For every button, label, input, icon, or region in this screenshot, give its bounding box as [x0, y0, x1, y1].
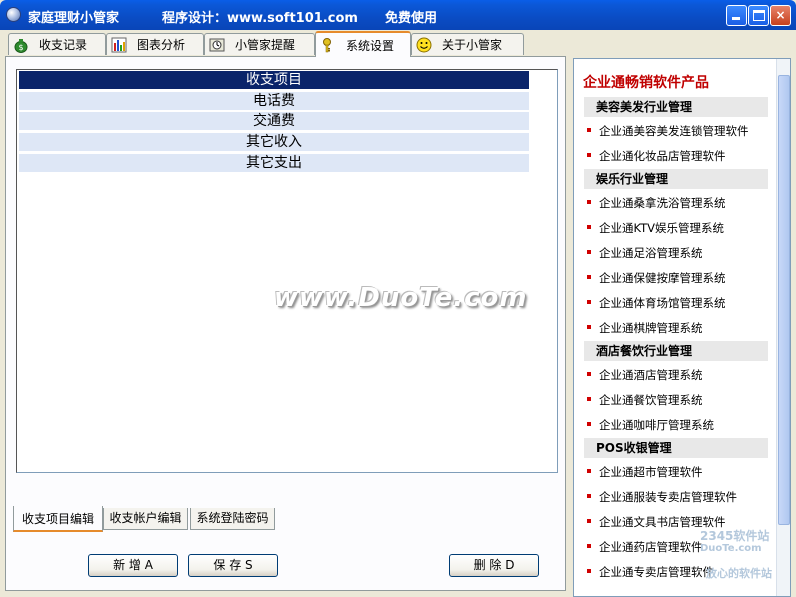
- promo-link[interactable]: 企业通棋牌管理系统: [587, 321, 703, 335]
- promo-link[interactable]: 企业通保健按摩管理系统: [587, 271, 726, 285]
- tab-system-settings[interactable]: 系统设置: [315, 31, 411, 57]
- delete-button[interactable]: 删 除 D: [449, 554, 539, 577]
- list-item[interactable]: 其它支出: [19, 154, 529, 172]
- app-icon: [6, 7, 21, 22]
- list-header[interactable]: 收支项目: [19, 71, 529, 89]
- promo-link[interactable]: 企业通药店管理软件: [587, 540, 703, 554]
- corner-watermark: 2345软件站 DuoTe.com 放心的软件站: [700, 527, 796, 597]
- list-item[interactable]: 交通费: [19, 112, 529, 130]
- minimize-icon: [732, 17, 740, 20]
- promo-panel: 企业通畅销软件产品 美容美发行业管理 企业通美容美发连锁管理软件 企业通化妆品店…: [573, 58, 791, 597]
- tab-reminder[interactable]: 小管家提醒: [204, 33, 315, 55]
- free-text: 免费使用: [385, 11, 438, 26]
- promo-link[interactable]: 企业通超市管理软件: [587, 465, 703, 479]
- list-item[interactable]: 电话费: [19, 92, 529, 110]
- promo-link[interactable]: 企业通体育场馆管理系统: [587, 296, 726, 310]
- corner-watermark-line: 放心的软件站: [706, 567, 772, 580]
- maximize-button[interactable]: [748, 5, 769, 26]
- btab-item-edit[interactable]: 收支项目编辑: [13, 506, 103, 532]
- main-panel: 收支项目 电话费 交通费 其它收入 其它支出 收支项目编辑 收支帐户编辑 系统登…: [5, 56, 566, 591]
- title-bar[interactable]: 家庭理财小管家 程序设计：www.soft101.com 免费使用 ×: [0, 0, 796, 30]
- scroll-thumb[interactable]: [778, 75, 790, 525]
- promo-link[interactable]: 企业通餐饮管理系统: [587, 393, 703, 407]
- btab-login-password[interactable]: 系统登陆密码: [190, 508, 275, 530]
- promo-link[interactable]: 企业通服装专卖店管理软件: [587, 490, 737, 504]
- promo-link[interactable]: 企业通桑拿洗浴管理系统: [587, 196, 726, 210]
- money-bag-icon: $: [13, 37, 29, 53]
- promo-link[interactable]: 企业通酒店管理系统: [587, 368, 703, 382]
- promo-category: 酒店餐饮行业管理: [584, 341, 768, 361]
- watermark-text: www.DuoTe.com: [274, 283, 528, 313]
- svg-text:$: $: [18, 43, 23, 52]
- minimize-button[interactable]: [726, 5, 747, 26]
- clock-icon: [209, 37, 225, 53]
- app-title: 家庭理财小管家: [28, 11, 120, 26]
- promo-link[interactable]: 企业通化妆品店管理软件: [587, 149, 726, 163]
- smiley-icon: [416, 37, 432, 53]
- promo-link[interactable]: 企业通足浴管理系统: [587, 246, 703, 260]
- promo-link[interactable]: 企业通美容美发连锁管理软件: [587, 124, 749, 138]
- close-icon: ×: [775, 8, 786, 22]
- promo-category: 美容美发行业管理: [584, 97, 768, 117]
- btab-account-edit[interactable]: 收支帐户编辑: [103, 508, 188, 530]
- add-button[interactable]: 新 增 A: [88, 554, 178, 577]
- list-item[interactable]: 其它收入: [19, 133, 529, 151]
- save-button[interactable]: 保 存 S: [188, 554, 278, 577]
- close-button[interactable]: ×: [770, 5, 791, 26]
- promo-category: POS收银管理: [584, 438, 768, 458]
- corner-watermark-line: 2345软件站: [700, 529, 770, 543]
- tab-about[interactable]: 关于小管家: [411, 33, 524, 55]
- designer-text: 程序设计：www.soft101.com: [162, 11, 358, 26]
- tab-chart-analysis[interactable]: 图表分析: [106, 33, 204, 55]
- promo-title: 企业通畅销软件产品: [583, 75, 709, 91]
- maximize-icon: [753, 10, 765, 21]
- promo-link[interactable]: 企业通KTV娱乐管理系统: [586, 221, 724, 235]
- promo-link[interactable]: 企业通专卖店管理软件: [587, 565, 714, 579]
- promo-link[interactable]: 企业通咖啡厅管理系统: [587, 418, 714, 432]
- corner-watermark-line: DuoTe.com: [700, 543, 762, 554]
- item-list[interactable]: 收支项目 电话费 交通费 其它收入 其它支出: [16, 69, 558, 473]
- key-icon: [320, 37, 336, 53]
- promo-category: 娱乐行业管理: [584, 169, 768, 189]
- vertical-scrollbar[interactable]: [776, 59, 790, 596]
- tab-income-expense[interactable]: $ 收支记录: [8, 33, 106, 55]
- bar-chart-icon: [111, 37, 127, 53]
